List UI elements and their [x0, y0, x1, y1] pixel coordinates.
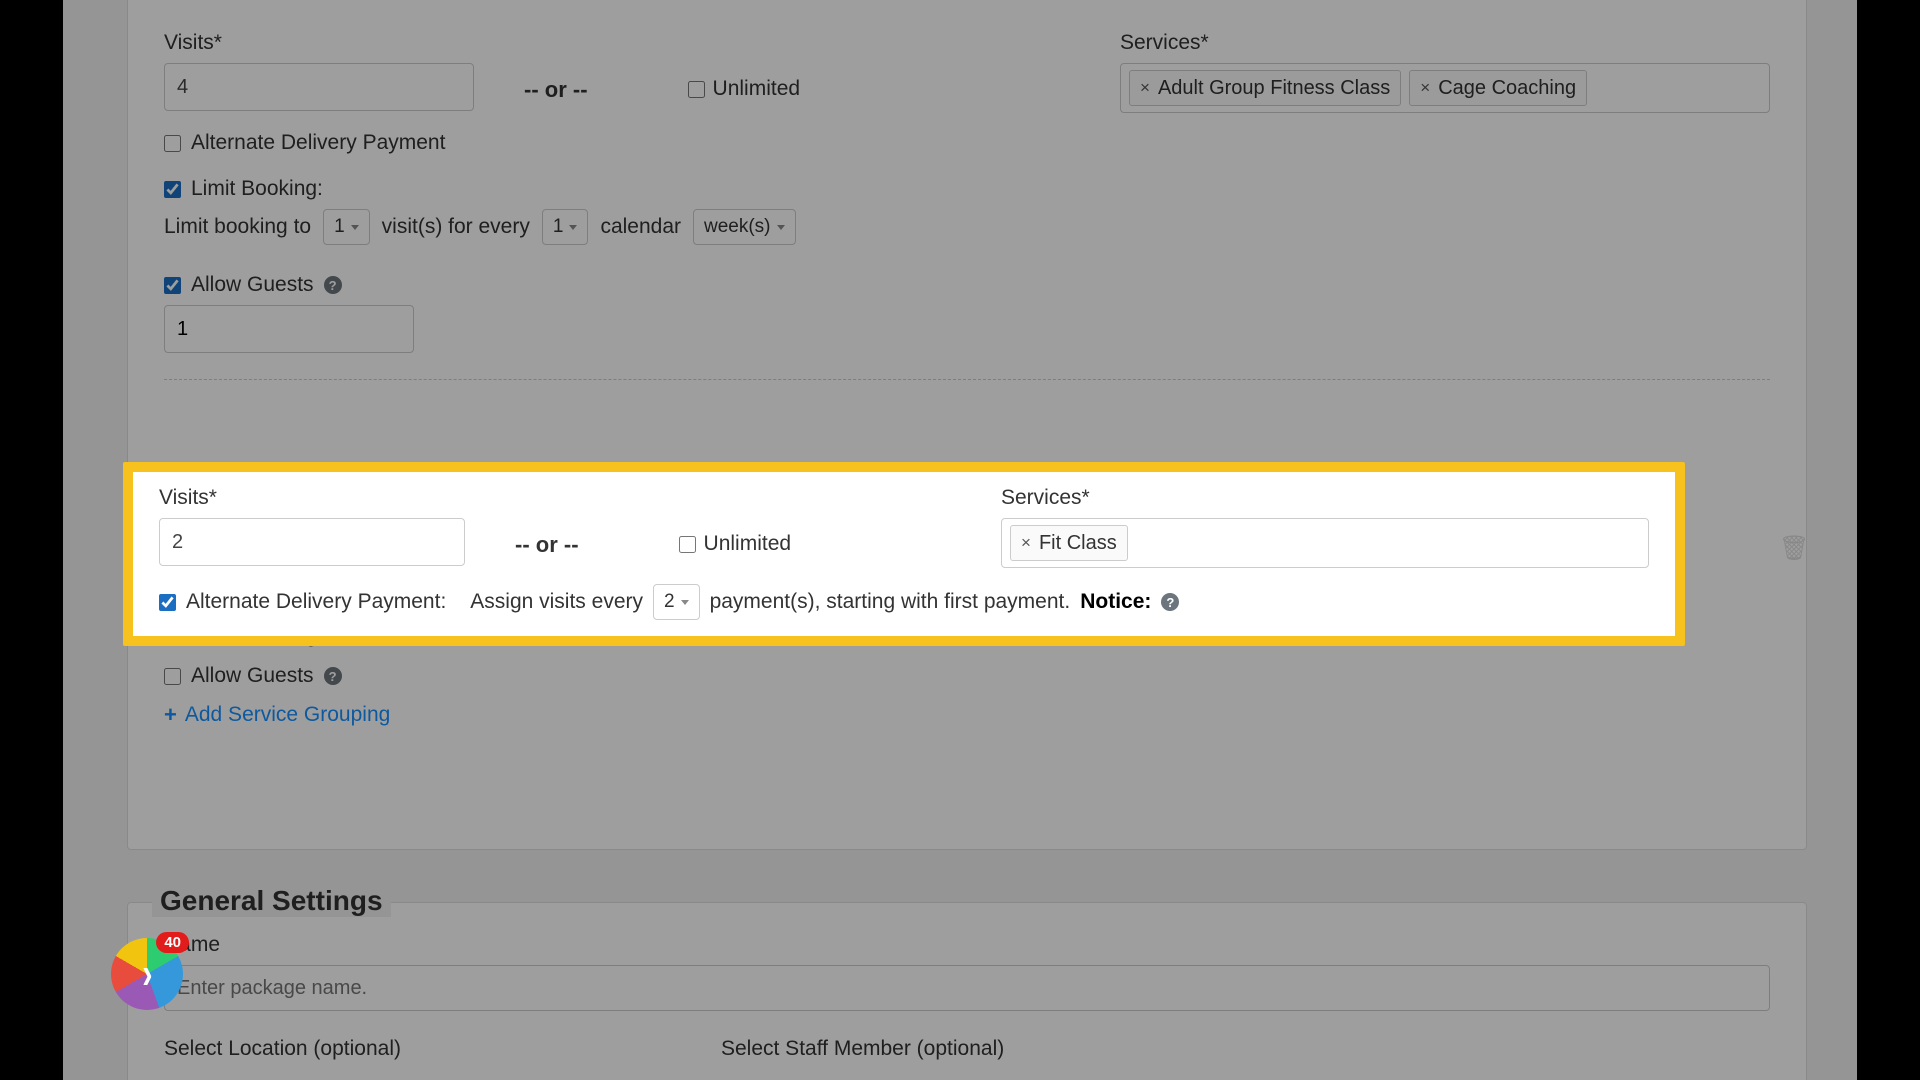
limit-booking-row: Limit Booking:: [164, 177, 1770, 201]
group2-row: Visits* -- or -- Unlimited Services* × Fi…: [159, 486, 1649, 568]
services-field: Services* × Adult Group Fitness Class × Ca…: [1120, 31, 1770, 113]
limit-booking-visits-select[interactable]: 1: [323, 209, 370, 245]
or-separator: -- or --: [515, 532, 579, 568]
floating-support-widget[interactable]: › 40: [111, 938, 183, 1010]
allow-guests-row-2: Allow Guests ?: [164, 664, 1770, 688]
visits-input[interactable]: [159, 518, 465, 566]
service-tag[interactable]: × Fit Class: [1010, 525, 1128, 561]
help-icon[interactable]: ?: [324, 276, 342, 294]
highlighted-group: Visits* -- or -- Unlimited Services* × Fi…: [123, 462, 1685, 646]
visits-field: Visits*: [159, 486, 465, 566]
remove-tag-icon[interactable]: ×: [1140, 78, 1150, 98]
services-label: Services*: [1001, 486, 1649, 510]
allow-guests-input[interactable]: [164, 305, 414, 353]
services-label: Services*: [1120, 31, 1770, 55]
limit-booking-cal: calendar: [600, 215, 681, 239]
services-tagbox[interactable]: × Adult Group Fitness Class × Cage Coachin…: [1120, 63, 1770, 113]
alt-delivery-checkbox[interactable]: [164, 135, 181, 152]
service-tag[interactable]: × Cage Coaching: [1409, 70, 1587, 106]
chevron-down-icon: [681, 600, 689, 605]
alt-delivery-checkbox[interactable]: [159, 594, 176, 611]
plus-icon: +: [164, 702, 177, 728]
remove-tag-icon[interactable]: ×: [1420, 78, 1430, 98]
tag-text: Cage Coaching: [1438, 77, 1576, 100]
services-tagbox[interactable]: × Fit Class: [1001, 518, 1649, 568]
unlimited-label: Unlimited: [713, 77, 801, 101]
chevron-right-icon: ›: [142, 949, 152, 999]
select-value: 2: [664, 591, 675, 613]
package-name-input[interactable]: [164, 965, 1770, 1011]
notification-count-badge: 40: [156, 932, 189, 953]
page-viewport: Visits* -- or -- Unlimited Services* × Ad…: [63, 0, 1857, 1080]
unlimited-field: Unlimited: [679, 532, 792, 568]
service-tag[interactable]: × Adult Group Fitness Class: [1129, 70, 1401, 106]
alt-delivery-pre: Assign visits every: [470, 590, 643, 614]
visits-label: Visits*: [159, 486, 465, 510]
remove-tag-icon[interactable]: ×: [1021, 533, 1031, 553]
chevron-down-icon: [777, 225, 785, 230]
alt-delivery-row: Alternate Delivery Payment: [164, 131, 1770, 155]
notice-label: Notice:: [1080, 590, 1151, 614]
visits-field: Visits*: [164, 31, 474, 111]
add-link-text: Add Service Grouping: [185, 703, 390, 727]
name-label: Name: [164, 933, 1770, 957]
unlimited-checkbox[interactable]: [679, 536, 696, 553]
delete-group-icon[interactable]: 🗑: [1779, 534, 1809, 563]
allow-guests-row: Allow Guests ?: [164, 273, 1770, 297]
visits-input[interactable]: [164, 63, 474, 111]
allow-guests-checkbox[interactable]: [164, 668, 181, 685]
alt-delivery-label: Alternate Delivery Payment:: [186, 590, 446, 614]
select-value: 1: [334, 216, 345, 238]
unlimited-checkbox[interactable]: [688, 81, 705, 98]
unlimited-field: Unlimited: [688, 77, 801, 113]
help-icon[interactable]: ?: [1161, 593, 1179, 611]
group1-row: Visits* -- or -- Unlimited Services* × Ad…: [164, 31, 1770, 113]
visits-label: Visits*: [164, 31, 474, 55]
alt-delivery-row: Alternate Delivery Payment: Assign visit…: [159, 584, 1649, 620]
limit-booking-checkbox[interactable]: [164, 181, 181, 198]
limit-booking-unit-select[interactable]: week(s): [693, 209, 796, 245]
general-settings-heading: General Settings: [152, 885, 391, 917]
select-value: week(s): [704, 216, 771, 238]
limit-booking-every-select[interactable]: 1: [542, 209, 589, 245]
chevron-down-icon: [569, 225, 577, 230]
limit-booking-config: Limit booking to 1 visit(s) for every 1 …: [164, 209, 1770, 245]
help-icon[interactable]: ?: [324, 667, 342, 685]
alt-delivery-select[interactable]: 2: [653, 584, 700, 620]
tag-text: Adult Group Fitness Class: [1158, 77, 1390, 100]
chevron-down-icon: [351, 225, 359, 230]
unlimited-label: Unlimited: [704, 532, 792, 556]
general-settings-panel: General Settings Name Select Location (o…: [127, 902, 1807, 1080]
staff-label: Select Staff Member (optional): [721, 1037, 1004, 1061]
group-divider: [164, 379, 1770, 380]
alt-delivery-post: payment(s), starting with first payment.: [710, 590, 1071, 614]
add-service-grouping-link[interactable]: + Add Service Grouping: [164, 702, 390, 728]
location-label: Select Location (optional): [164, 1037, 401, 1061]
limit-booking-label: Limit Booking:: [191, 177, 323, 201]
allow-guests-label: Allow Guests: [191, 273, 314, 297]
alt-delivery-label: Alternate Delivery Payment: [191, 131, 445, 155]
service-grouping-panel: Visits* -- or -- Unlimited Services* × Ad…: [127, 0, 1807, 850]
limit-booking-mid: visit(s) for every: [382, 215, 530, 239]
tag-text: Fit Class: [1039, 532, 1117, 555]
select-value: 1: [553, 216, 564, 238]
allow-guests-checkbox[interactable]: [164, 277, 181, 294]
services-field: Services* × Fit Class: [1001, 486, 1649, 568]
allow-guests-label: Allow Guests: [191, 664, 314, 688]
limit-booking-pre: Limit booking to: [164, 215, 311, 239]
or-separator: -- or --: [524, 77, 588, 113]
